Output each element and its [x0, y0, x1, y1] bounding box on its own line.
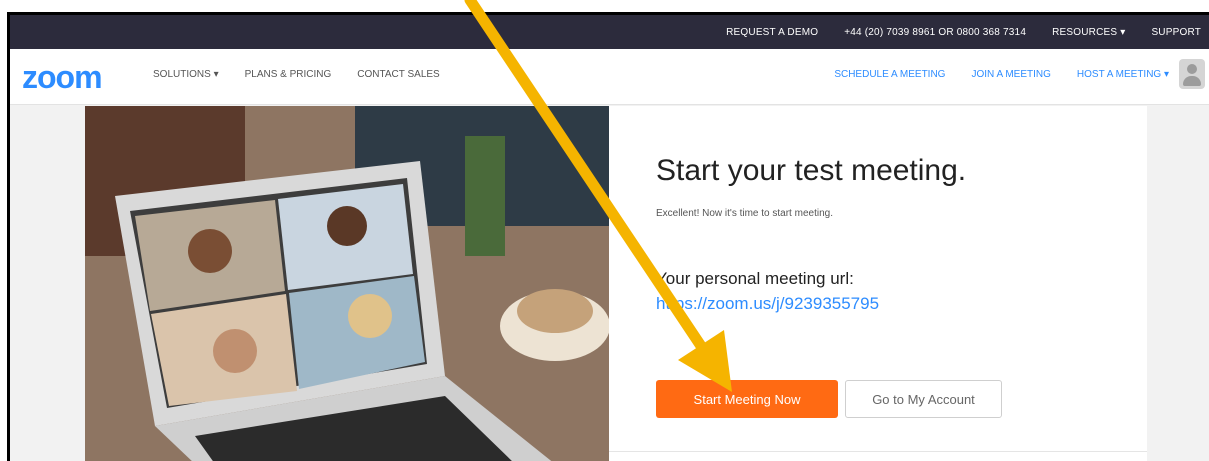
join-meeting-link[interactable]: JOIN A MEETING [971, 69, 1050, 80]
utility-bar: REQUEST A DEMO +44 (20) 7039 8961 OR 080… [10, 15, 1209, 49]
browser-frame: REQUEST A DEMO +44 (20) 7039 8961 OR 080… [7, 12, 1209, 461]
user-avatar-icon[interactable] [1179, 59, 1205, 89]
plans-pricing-link[interactable]: PLANS & PRICING [245, 69, 332, 80]
zoom-logo[interactable]: zoom [22, 61, 103, 93]
solutions-menu[interactable]: SOLUTIONS ▾ [153, 69, 219, 80]
meeting-url-label: Your personal meeting url: [656, 269, 854, 288]
request-demo-link[interactable]: REQUEST A DEMO [726, 27, 818, 38]
laptop-illustration [85, 106, 609, 461]
divider [609, 451, 1147, 452]
meeting-url-link[interactable]: https://zoom.us/j/9239355795 [656, 294, 879, 314]
page-subtitle: Excellent! Now it's time to start meetin… [656, 208, 833, 219]
support-link[interactable]: SUPPORT [1151, 27, 1201, 38]
schedule-meeting-link[interactable]: SCHEDULE A MEETING [834, 69, 945, 80]
test-meeting-card: Start your test meeting. Excellent! Now … [609, 106, 1147, 461]
hero-photo [85, 106, 609, 461]
main-nav: zoom SOLUTIONS ▾ PLANS & PRICING CONTACT… [10, 49, 1209, 105]
page-title: Start your test meeting. [656, 154, 967, 187]
phone-number: +44 (20) 7039 8961 OR 0800 368 7314 [844, 26, 1027, 38]
start-meeting-button[interactable]: Start Meeting Now [656, 380, 838, 418]
resources-menu[interactable]: RESOURCES ▾ [1052, 27, 1125, 38]
go-to-account-button[interactable]: Go to My Account [845, 380, 1002, 418]
contact-sales-link[interactable]: CONTACT SALES [357, 69, 439, 80]
host-meeting-menu[interactable]: HOST A MEETING ▾ [1077, 69, 1169, 80]
